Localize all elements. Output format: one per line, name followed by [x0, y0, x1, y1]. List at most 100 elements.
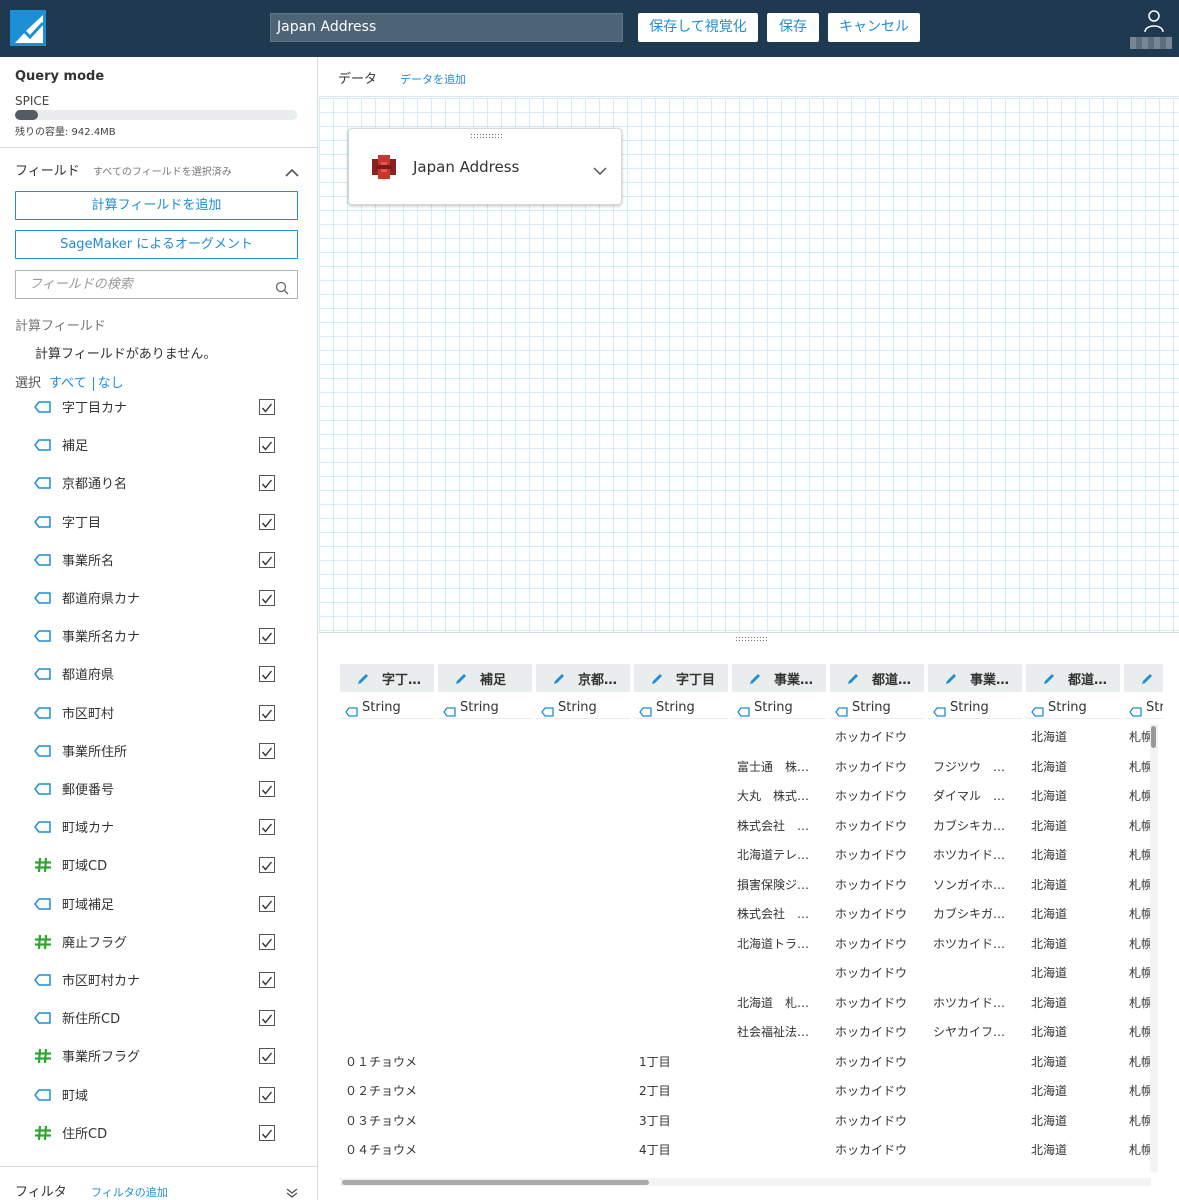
table-cell[interactable]: 北海道	[1031, 817, 1117, 834]
field-item[interactable]: 町域カナ	[0, 807, 317, 845]
table-cell[interactable]: 北海道 札…	[737, 994, 823, 1011]
table-cell[interactable]: ホッカイドウ	[835, 876, 921, 893]
vertical-scroll-thumb[interactable]	[1151, 726, 1156, 748]
save-and-visualize-button[interactable]: 保存して視覚化	[638, 13, 758, 42]
table-cell[interactable]: 2丁目	[639, 1082, 725, 1099]
table-cell[interactable]: 3丁目	[639, 1112, 725, 1129]
join-canvas[interactable]: Japan Address	[319, 98, 1179, 632]
pencil-icon[interactable]	[454, 671, 468, 685]
pencil-icon[interactable]	[1140, 671, 1154, 685]
cancel-button[interactable]: キャンセル	[828, 13, 920, 42]
resize-handle-icon[interactable]	[735, 636, 767, 642]
table-cell[interactable]: ホッカイドウ	[835, 994, 921, 1011]
save-button[interactable]: 保存	[767, 13, 819, 42]
chevron-up-icon[interactable]	[285, 163, 299, 177]
horizontal-scrollbar[interactable]	[340, 1178, 1151, 1186]
table-cell[interactable]: 北海道テレ…	[737, 846, 823, 863]
table-cell[interactable]: ソンガイホ…	[933, 876, 1019, 893]
field-checkbox[interactable]	[259, 437, 275, 454]
chevron-double-down-icon[interactable]	[286, 1184, 298, 1198]
field-checkbox[interactable]	[259, 781, 275, 797]
field-item[interactable]: 市区町村カナ	[0, 960, 317, 998]
field-item[interactable]: 京都通り名	[0, 463, 317, 501]
field-checkbox[interactable]	[259, 742, 275, 759]
field-item[interactable]: 事業所名カナ	[0, 616, 317, 654]
table-cell[interactable]: ０４チョウメ	[345, 1141, 431, 1158]
field-checkbox[interactable]	[259, 628, 275, 645]
table-cell[interactable]: ダイマル …	[933, 787, 1019, 804]
table-cell[interactable]: 北海道	[1031, 758, 1117, 775]
field-checkbox[interactable]	[259, 972, 275, 988]
column-type[interactable]: String	[1026, 697, 1120, 719]
field-item[interactable]: 市区町村	[0, 693, 317, 731]
table-cell[interactable]: 大丸 株式…	[737, 787, 823, 804]
table-cell[interactable]: ホッカイドウ	[835, 846, 921, 863]
sagemaker-augment-button[interactable]: SageMaker によるオーグメント	[15, 230, 298, 259]
column-type[interactable]: String	[340, 697, 434, 719]
table-cell[interactable]: ホッカイドウ	[835, 1112, 921, 1129]
table-cell[interactable]: 株式会社 …	[737, 817, 823, 834]
field-checkbox[interactable]	[259, 895, 275, 912]
field-checkbox[interactable]	[259, 475, 275, 492]
query-mode-value[interactable]: SPICE	[15, 94, 49, 108]
field-item[interactable]: 町域CD	[0, 845, 317, 883]
field-item[interactable]: 都道府県	[0, 654, 317, 692]
field-checkbox[interactable]	[259, 513, 275, 530]
pencil-icon[interactable]	[944, 671, 958, 685]
vertical-scrollbar[interactable]	[1150, 724, 1158, 1172]
field-item[interactable]: 新住所CD	[0, 998, 317, 1036]
pencil-icon[interactable]	[552, 671, 566, 685]
column-type[interactable]: String	[830, 697, 924, 719]
field-item[interactable]: 都道府県カナ	[0, 578, 317, 616]
table-cell[interactable]: ホッカイドウ	[835, 787, 921, 804]
table-cell[interactable]: ホッカイドウ	[835, 1023, 921, 1040]
column-header[interactable]: 補足	[438, 664, 532, 692]
dataset-name-input[interactable]: Japan Address	[270, 13, 623, 42]
table-cell[interactable]: 北海道	[1031, 787, 1117, 804]
field-checkbox[interactable]	[259, 819, 275, 836]
field-checkbox[interactable]	[259, 1010, 275, 1027]
data-source-card[interactable]: Japan Address	[348, 128, 622, 205]
table-cell[interactable]: 北海道	[1031, 994, 1117, 1011]
table-cell[interactable]: ０３チョウメ	[345, 1112, 431, 1129]
column-header[interactable]	[1124, 664, 1163, 692]
field-checkbox[interactable]	[259, 590, 275, 606]
add-calculated-field-button[interactable]: 計算フィールドを追加	[15, 191, 298, 220]
table-cell[interactable]: 北海道	[1031, 905, 1117, 922]
table-cell[interactable]: 北海道	[1031, 964, 1117, 981]
column-header[interactable]: 都道…	[1026, 664, 1120, 692]
pencil-icon[interactable]	[650, 671, 664, 685]
table-cell[interactable]: ホッカイドウ	[835, 1141, 921, 1158]
table-cell[interactable]: ホツカイド…	[933, 846, 1019, 863]
table-cell[interactable]: ホッカイドウ	[835, 1053, 921, 1070]
table-cell[interactable]: 富士通 株…	[737, 758, 823, 775]
table-cell[interactable]: 株式会社 …	[737, 905, 823, 922]
column-header[interactable]: 都道…	[830, 664, 924, 692]
field-checkbox[interactable]	[259, 399, 275, 415]
table-cell[interactable]: ホッカイドウ	[835, 935, 921, 952]
table-cell[interactable]: 1丁目	[639, 1053, 725, 1070]
table-cell[interactable]: 北海道	[1031, 935, 1117, 952]
table-cell[interactable]: ホッカイドウ	[835, 728, 921, 745]
table-cell[interactable]: 北海道	[1031, 728, 1117, 745]
table-cell[interactable]: ホッカイドウ	[835, 964, 921, 981]
table-cell[interactable]: ホッカイドウ	[835, 817, 921, 834]
column-type[interactable]: String	[536, 697, 630, 719]
table-cell[interactable]: 北海道トラ…	[737, 935, 823, 952]
table-cell[interactable]: フジツウ …	[933, 758, 1019, 775]
table-cell[interactable]: ホツカイド…	[933, 935, 1019, 952]
table-cell[interactable]: ホツカイド…	[933, 994, 1019, 1011]
column-header[interactable]: 京都…	[536, 664, 630, 692]
table-cell[interactable]: 北海道	[1031, 1023, 1117, 1040]
field-item[interactable]: 郵便番号	[0, 769, 317, 807]
field-item[interactable]: 事業所住所	[0, 731, 317, 769]
column-header[interactable]: 事業…	[928, 664, 1022, 692]
table-cell[interactable]: シヤカイフ…	[933, 1023, 1019, 1040]
pencil-icon[interactable]	[748, 671, 762, 685]
column-type[interactable]: String	[438, 697, 532, 719]
filter-bar[interactable]: フィルタ フィルタの追加	[0, 1166, 317, 1200]
horizontal-scroll-thumb[interactable]	[342, 1180, 649, 1185]
quicksight-logo-icon[interactable]	[10, 10, 46, 46]
table-cell[interactable]: 損害保険ジ…	[737, 876, 823, 893]
table-cell[interactable]: 北海道	[1031, 1141, 1117, 1158]
